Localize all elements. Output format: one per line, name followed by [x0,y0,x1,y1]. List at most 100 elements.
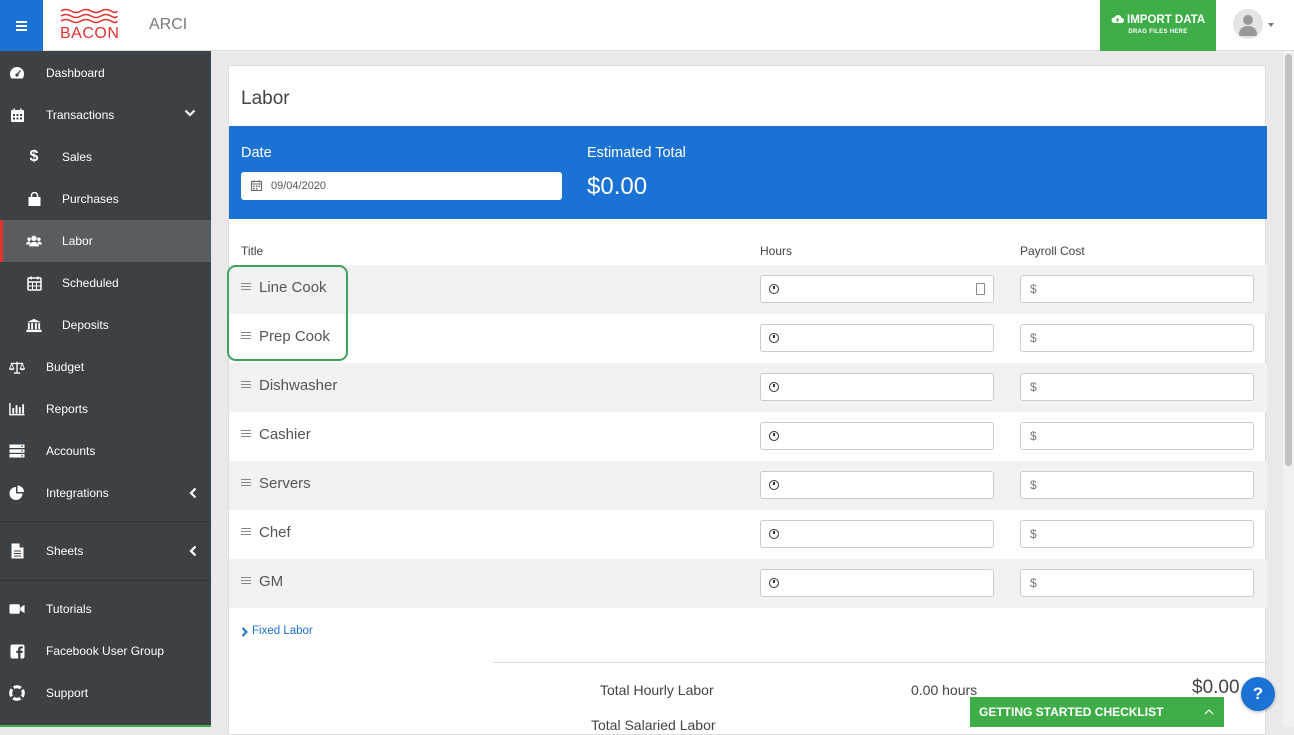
fixed-labor-link[interactable]: Fixed Labor [241,625,313,637]
sidebar-item-deposits[interactable]: Deposits [0,304,211,346]
sidebar-item-label: Scheduled [62,276,119,290]
import-data-button[interactable]: IMPORT DATA DRAG FILES HERE [1100,0,1216,51]
labor-card: Labor Date 09/04/2020 Estimated Total $0… [228,65,1267,735]
payroll-cost-input[interactable]: $ [1020,569,1254,597]
sidebar-item-label: Budget [46,360,85,374]
facebook-icon [9,643,25,659]
menu-toggle-button[interactable] [0,0,43,51]
hours-input[interactable] [760,422,994,450]
drag-handle-icon[interactable] [241,528,251,535]
sidebar-item-labor[interactable]: Labor [0,220,211,262]
date-label: Date [241,145,272,161]
checklist-label: GETTING STARTED CHECKLIST [979,705,1164,719]
sidebar-item-label: Integrations [46,486,109,500]
users-icon [26,233,42,249]
dollar-icon: $ [29,148,39,165]
drag-handle-icon[interactable] [241,479,251,486]
hours-input[interactable] [760,471,994,499]
currency-symbol: $ [1030,478,1037,492]
sidebar-item-purchases[interactable]: Purchases [0,178,211,220]
logo-text: BACON [60,25,120,42]
labor-row: Prep Cook $ [229,314,1267,363]
import-data-sublabel: DRAG FILES HERE [1128,29,1188,35]
payroll-cost-input[interactable]: $ [1020,422,1254,450]
sidebar-item-tutorials[interactable]: Tutorials [0,588,211,630]
clock-icon [769,578,779,588]
hours-input[interactable] [760,324,994,352]
payroll-cost-input[interactable]: $ [1020,471,1254,499]
bacon-logo[interactable]: BACON [59,8,119,42]
pie-chart-icon [9,485,25,501]
sidebar-item-support[interactable]: Support [0,672,211,714]
hours-input[interactable] [760,373,994,401]
sidebar-item-integrations[interactable]: Integrations [0,472,211,514]
chevron-left-icon[interactable] [189,545,197,557]
total-salaried-label: Total Salaried Labor [591,717,716,733]
calculator-icon[interactable] [976,283,985,295]
sidebar-item-dashboard[interactable]: Dashboard [0,52,211,94]
labor-row-title: Chef [259,524,291,541]
sidebar-item-transactions[interactable]: Transactions [0,94,211,136]
calendar-icon [9,107,25,123]
bar-chart-icon [9,401,25,417]
shopping-bag-icon [26,191,42,207]
date-picker-input[interactable]: 09/04/2020 [241,172,562,200]
sidebar-item-sales[interactable]: $ Sales [0,136,211,178]
hours-input[interactable] [760,520,994,548]
sidebar-item-reports[interactable]: Reports [0,388,211,430]
sidebar-item-label: Sales [62,150,93,164]
file-icon [9,543,25,559]
currency-symbol: $ [1030,380,1037,394]
hours-input[interactable] [760,275,994,303]
payroll-cost-input[interactable]: $ [1020,324,1254,352]
clock-icon [769,333,779,343]
sidebar-item-sheets[interactable]: Sheets [0,530,211,572]
chevron-up-icon [1204,709,1214,715]
dashboard-icon [9,65,25,81]
payroll-cost-input[interactable]: $ [1020,520,1254,548]
clock-icon [769,480,779,490]
column-header-title: Title [241,244,264,258]
currency-symbol: $ [1030,576,1037,590]
sidebar-item-label: Support [46,686,89,700]
bank-icon [26,317,42,333]
currency-symbol: $ [1030,282,1037,296]
sidebar-item-budget[interactable]: Budget [0,346,211,388]
caret-down-icon[interactable] [1268,23,1274,27]
scrollbar-thumb[interactable] [1285,54,1292,466]
organization-name: ARCI [149,16,188,33]
highlight-box [227,265,348,361]
server-icon [9,443,25,459]
sidebar-item-facebook-user-group[interactable]: Facebook User Group [0,630,211,672]
drag-handle-icon[interactable] [241,577,251,584]
labor-row: GM $ [229,559,1267,608]
chevron-right-icon [241,627,248,637]
page-scrollbar[interactable] [1283,51,1294,727]
lifebuoy-icon [9,685,25,701]
getting-started-checklist-bar[interactable]: GETTING STARTED CHECKLIST [970,697,1224,727]
column-header-hours: Hours [760,244,793,258]
drag-handle-icon[interactable] [241,430,251,437]
drag-handle-icon[interactable] [241,381,251,388]
payroll-cost-input[interactable]: $ [1020,373,1254,401]
user-avatar[interactable] [1233,9,1263,39]
estimated-total-label: Estimated Total [587,145,686,161]
sidebar-item-label: Dashboard [46,66,105,80]
import-data-label: IMPORT DATA [1127,14,1206,26]
sidebar-item-label: Tutorials [46,602,92,616]
estimated-total-value: $0.00 [587,173,648,200]
help-button[interactable]: ? [1241,677,1275,711]
calendar-grid-icon [26,275,42,291]
total-hourly-hours: 0.00 hours [911,682,978,698]
sidebar-item-accounts[interactable]: Accounts [0,430,211,472]
sidebar-item-scheduled[interactable]: Scheduled [0,262,211,304]
chevron-down-icon[interactable] [184,109,196,117]
date-value: 09/04/2020 [271,180,327,192]
payroll-cost-input[interactable]: $ [1020,275,1254,303]
chevron-left-icon[interactable] [189,487,197,499]
hours-input[interactable] [760,569,994,597]
clock-icon [769,382,779,392]
labor-row: Servers $ [229,461,1267,510]
currency-symbol: $ [1030,331,1037,345]
labor-row: Chef $ [229,510,1267,559]
